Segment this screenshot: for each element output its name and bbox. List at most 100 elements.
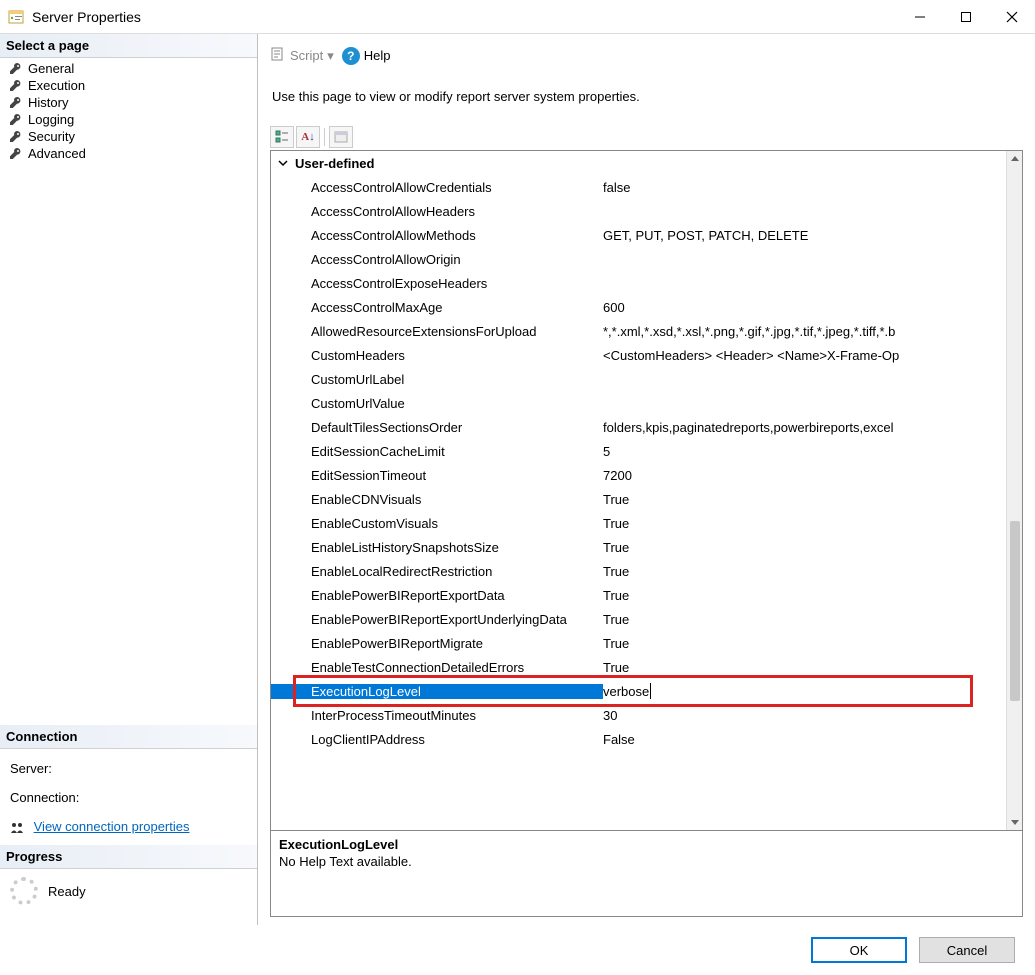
property-row[interactable]: EditSessionTimeout7200 (271, 463, 990, 487)
property-value[interactable]: 7200 (603, 468, 990, 483)
property-name: EnableCDNVisuals (271, 492, 603, 507)
scroll-down-icon[interactable] (1009, 816, 1021, 828)
close-button[interactable] (989, 0, 1035, 34)
property-row[interactable]: InterProcessTimeoutMinutes30 (271, 703, 990, 727)
property-row[interactable]: AllowedResourceExtensionsForUpload*,*.xm… (271, 319, 990, 343)
property-name: EnablePowerBIReportExportUnderlyingData (271, 612, 603, 627)
sidebar-page-item[interactable]: Security (0, 128, 257, 145)
property-row[interactable]: EnableCustomVisualsTrue (271, 511, 990, 535)
property-value[interactable]: *,*.xml,*.xsd,*.xsl,*.png,*.gif,*.jpg,*.… (603, 324, 990, 339)
property-row[interactable]: EnableLocalRedirectRestrictionTrue (271, 559, 990, 583)
ok-button[interactable]: OK (811, 937, 907, 963)
wrench-icon (8, 130, 22, 144)
content-toolbar: Script ▾ ? Help (270, 42, 1023, 79)
sidebar-page-label: Security (28, 129, 75, 144)
property-name: AccessControlAllowOrigin (271, 252, 603, 267)
property-value[interactable]: True (603, 660, 990, 675)
property-row[interactable]: AccessControlMaxAge600 (271, 295, 990, 319)
property-row[interactable]: DefaultTilesSectionsOrderfolders,kpis,pa… (271, 415, 990, 439)
property-row[interactable]: AccessControlExposeHeaders (271, 271, 990, 295)
sidebar-page-item[interactable]: Logging (0, 111, 257, 128)
script-button[interactable]: Script ▾ (270, 46, 334, 65)
property-row[interactable]: LogClientIPAddressFalse (271, 727, 990, 751)
sidebar-page-item[interactable]: Execution (0, 77, 257, 94)
property-value[interactable]: 5 (603, 444, 990, 459)
property-value[interactable]: 30 (603, 708, 990, 723)
property-value[interactable]: verbose (603, 683, 990, 699)
property-value[interactable]: false (603, 180, 990, 195)
wrench-icon (8, 96, 22, 110)
property-pages-button[interactable] (329, 126, 353, 148)
property-value[interactable]: <CustomHeaders> <Header> <Name>X-Frame-O… (603, 348, 990, 363)
sidebar-page-label: Logging (28, 112, 74, 127)
sidebar-page-item[interactable]: History (0, 94, 257, 111)
help-button[interactable]: ? Help (342, 47, 391, 65)
titlebar: Server Properties (0, 0, 1035, 34)
dialog-footer: OK Cancel (0, 925, 1035, 975)
property-row[interactable]: ExecutionLogLevelverbose (271, 679, 990, 703)
property-row[interactable]: CustomHeaders<CustomHeaders> <Header> <N… (271, 343, 990, 367)
property-row[interactable]: CustomUrlValue (271, 391, 990, 415)
property-row[interactable]: EnablePowerBIReportMigrateTrue (271, 631, 990, 655)
chevron-down-icon (277, 157, 289, 169)
page-list: GeneralExecutionHistoryLogging SecurityAd… (0, 58, 257, 168)
property-row[interactable]: EnablePowerBIReportExportUnderlyingDataT… (271, 607, 990, 631)
connection-header: Connection (0, 725, 257, 749)
property-name: AccessControlMaxAge (271, 300, 603, 315)
property-name: EditSessionTimeout (271, 468, 603, 483)
sidebar-page-label: Execution (28, 78, 85, 93)
connection-label: Connection: (10, 790, 79, 805)
cancel-button[interactable]: Cancel (919, 937, 1015, 963)
property-name: EnableLocalRedirectRestriction (271, 564, 603, 579)
property-name: CustomHeaders (271, 348, 603, 363)
property-value[interactable]: True (603, 492, 990, 507)
minimize-button[interactable] (897, 0, 943, 34)
categorized-button[interactable] (270, 126, 294, 148)
alphabetical-button[interactable]: A↓ (296, 126, 320, 148)
progress-status: Ready (48, 884, 86, 899)
property-row[interactable]: CustomUrlLabel (271, 367, 990, 391)
progress-header: Progress (0, 845, 257, 869)
property-grid-toolbar: A↓ (270, 126, 1023, 148)
property-value[interactable]: True (603, 588, 990, 603)
property-name: AccessControlAllowCredentials (271, 180, 603, 195)
property-value[interactable]: True (603, 636, 990, 651)
property-row[interactable]: EnableCDNVisualsTrue (271, 487, 990, 511)
property-value[interactable]: True (603, 612, 990, 627)
property-name: AllowedResourceExtensionsForUpload (271, 324, 603, 339)
property-row[interactable]: EditSessionCacheLimit5 (271, 439, 990, 463)
property-value[interactable]: 600 (603, 300, 990, 315)
chevron-down-icon: ▾ (327, 48, 334, 64)
property-name: ExecutionLogLevel (271, 684, 603, 699)
property-name: InterProcessTimeoutMinutes (271, 708, 603, 723)
property-name: AccessControlAllowHeaders (271, 204, 603, 219)
sidebar-page-item[interactable]: Advanced (0, 145, 257, 162)
property-value[interactable]: True (603, 564, 990, 579)
view-connection-properties-link[interactable]: View connection properties (34, 819, 190, 834)
select-page-header: Select a page (0, 34, 257, 58)
property-name: EnablePowerBIReportMigrate (271, 636, 603, 651)
property-grid[interactable]: User-definedAccessControlAllowCredential… (271, 151, 1006, 830)
property-row[interactable]: AccessControlAllowCredentialsfalse (271, 175, 990, 199)
property-row[interactable]: EnableListHistorySnapshotsSizeTrue (271, 535, 990, 559)
property-name: DefaultTilesSectionsOrder (271, 420, 603, 435)
property-value[interactable]: GET, PUT, POST, PATCH, DELETE (603, 228, 990, 243)
scrollbar[interactable] (1006, 151, 1022, 830)
property-category-row[interactable]: User-defined (271, 151, 990, 175)
maximize-button[interactable] (943, 0, 989, 34)
property-row[interactable]: EnableTestConnectionDetailedErrorsTrue (271, 655, 990, 679)
property-row[interactable]: AccessControlAllowOrigin (271, 247, 990, 271)
property-name: CustomUrlLabel (271, 372, 603, 387)
property-value[interactable]: False (603, 732, 990, 747)
sidebar-page-item[interactable]: General (0, 60, 257, 77)
property-row[interactable]: EnablePowerBIReportExportDataTrue (271, 583, 990, 607)
toolbar-separator (324, 128, 325, 146)
scroll-up-icon[interactable] (1009, 153, 1021, 165)
property-value[interactable]: True (603, 540, 990, 555)
property-row[interactable]: AccessControlAllowHeaders (271, 199, 990, 223)
property-value[interactable]: True (603, 516, 990, 531)
app-icon (8, 9, 24, 25)
property-row[interactable]: AccessControlAllowMethodsGET, PUT, POST,… (271, 223, 990, 247)
scroll-thumb[interactable] (1010, 521, 1020, 701)
property-value[interactable]: folders,kpis,paginatedreports,powerbirep… (603, 420, 990, 435)
